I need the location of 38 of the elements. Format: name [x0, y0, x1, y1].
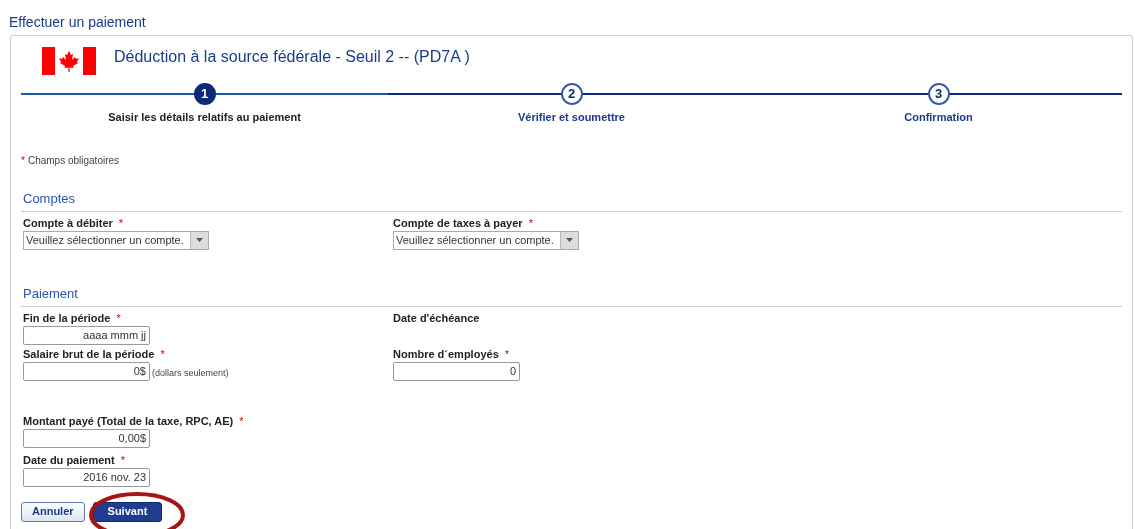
step-label: Confirmation — [904, 110, 973, 125]
field-label: Montant payé (Total de la taxe, RPC, AE) — [23, 414, 234, 430]
step-number: 2 — [560, 83, 583, 105]
field-label: Date du paiement — [23, 453, 115, 469]
field-label: Fin de la période — [23, 311, 111, 327]
step-number: 1 — [193, 83, 216, 105]
section-heading: Comptes — [23, 190, 76, 206]
field-label: Nombre d´employés — [393, 347, 499, 363]
cancel-button[interactable]: Annuler — [21, 501, 85, 522]
required-mark: * — [116, 311, 121, 327]
input-field[interactable]: aaaa mmm jj — [23, 325, 150, 345]
account-select[interactable]: Veuillez sélectionner un compte. — [23, 230, 209, 250]
step-label: Saisir les détails relatifs au paiement — [108, 110, 301, 125]
field-note: (dollars seulement) — [152, 367, 229, 380]
input-field[interactable]: 0,00$ — [23, 428, 150, 448]
required-mark: * — [239, 414, 244, 430]
input-field[interactable]: 2016 nov. 23 — [23, 467, 150, 487]
section-heading: Paiement — [23, 285, 78, 301]
step-label: Vérifier et soumettre — [518, 110, 625, 125]
field-label: Salaire brut de la période — [23, 347, 155, 363]
step-number: 3 — [927, 83, 950, 105]
account-select[interactable]: Veuillez sélectionner un compte. — [393, 230, 579, 250]
page-title: Effectuer un paiement — [9, 14, 146, 30]
form-title: Déduction à la source fédérale - Seuil 2 -- (PD7A ) — [114, 47, 470, 67]
required-mark: * — [21, 154, 25, 168]
required-mark: * — [120, 453, 125, 469]
field-label: Compte de taxes à payer — [393, 216, 523, 232]
required-mark: * — [528, 216, 533, 232]
next-button[interactable]: Suivant — [92, 501, 163, 522]
input-field[interactable]: 0 — [393, 361, 520, 381]
field-label: Date d'échéance — [393, 311, 480, 327]
required-note: Champs obligatoires — [27, 154, 120, 168]
input-field[interactable]: 0$ — [23, 361, 150, 381]
flag-icon — [42, 47, 96, 75]
required-mark: * — [504, 347, 510, 363]
required-mark: * — [118, 216, 124, 232]
field-label: Compte à débiter — [23, 216, 113, 232]
required-mark: * — [160, 347, 165, 363]
